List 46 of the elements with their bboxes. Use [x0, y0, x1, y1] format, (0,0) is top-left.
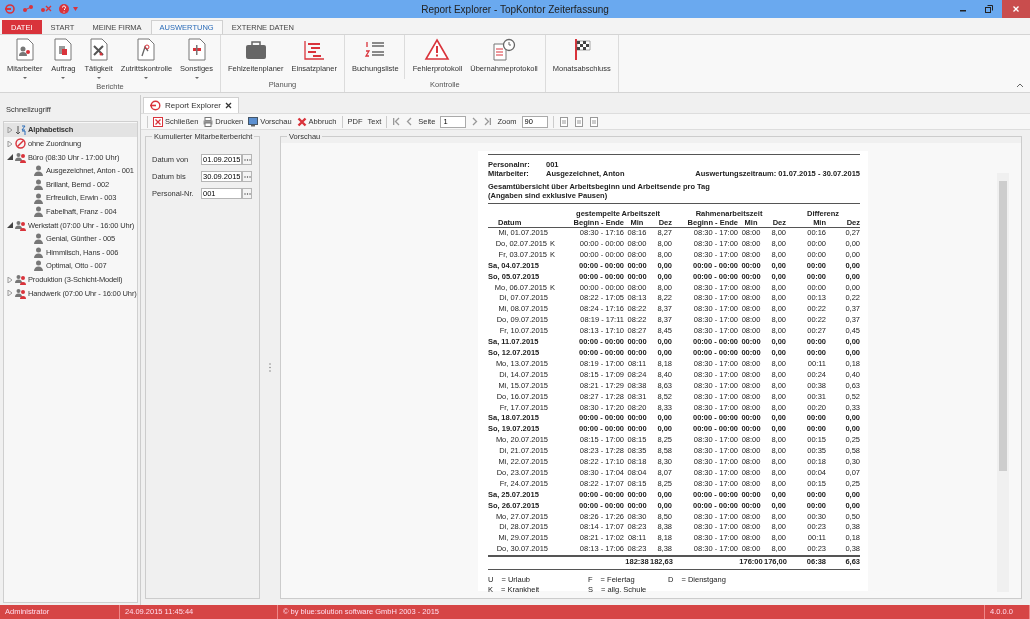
person-icon [33, 178, 44, 190]
collapse-icon[interactable] [1016, 83, 1024, 88]
person-icon [33, 260, 44, 272]
sort-icon [15, 124, 26, 136]
last-page-icon[interactable] [484, 117, 493, 126]
person-icon [33, 206, 44, 218]
document-tab[interactable]: Report Explorer [143, 97, 240, 113]
previous-icon[interactable] [405, 117, 414, 126]
power-icon[interactable] [4, 3, 16, 15]
page-icon[interactable] [558, 116, 569, 127]
browse-button[interactable] [242, 154, 252, 165]
first-page-icon[interactable] [392, 117, 401, 126]
window-title: Report Explorer - TopKontor Zeiterfassung [421, 2, 609, 17]
restore-icon [985, 5, 993, 13]
group-icon [15, 274, 26, 286]
printer-icon [203, 116, 214, 127]
browse-button[interactable] [242, 188, 252, 199]
ellipsis-icon [243, 192, 251, 195]
close-icon[interactable] [225, 102, 233, 109]
next-icon[interactable] [471, 117, 480, 126]
expander-icon[interactable] [7, 222, 13, 229]
help-icon[interactable] [58, 3, 70, 15]
close-icon [1012, 5, 1020, 13]
logo-icon [150, 100, 161, 111]
browse-button[interactable] [242, 171, 252, 182]
cancel-icon [296, 116, 307, 127]
ellipsis-icon [243, 175, 251, 178]
person-icon [33, 192, 44, 204]
close-icon [153, 116, 163, 127]
group-icon [15, 219, 26, 231]
scrollbar[interactable] [997, 173, 1009, 592]
warning-icon [424, 37, 451, 63]
page-icon[interactable] [573, 116, 584, 127]
person-icon [33, 165, 44, 177]
ellipsis-icon [243, 158, 251, 161]
person-icon [33, 246, 44, 258]
group-icon [15, 287, 26, 299]
clock-icon [491, 37, 517, 63]
caret-icon[interactable] [73, 7, 78, 11]
monitor-icon [248, 116, 259, 127]
expander-icon[interactable] [7, 154, 13, 161]
person-icon [33, 233, 44, 245]
prohibited-icon [15, 138, 26, 150]
page-icon[interactable] [588, 116, 599, 127]
group-icon [15, 151, 26, 163]
scrollbar-thumb[interactable] [999, 181, 1007, 471]
